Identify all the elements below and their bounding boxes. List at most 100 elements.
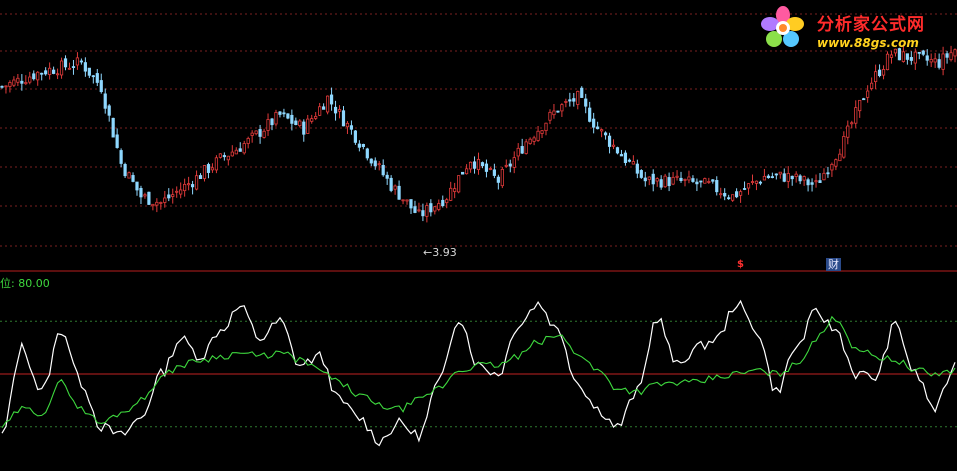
candle-body (20, 80, 24, 84)
candle-body (524, 141, 528, 154)
candle-body (881, 69, 886, 76)
candle-body (365, 148, 369, 159)
candle-body (59, 60, 64, 76)
candle-body (675, 175, 679, 178)
candle-body (36, 71, 40, 81)
candle-body (377, 163, 381, 166)
candle-body (929, 59, 933, 63)
candle-body (639, 170, 643, 178)
candle-body (115, 134, 119, 148)
candle-body (345, 122, 350, 128)
candle-body (846, 125, 850, 138)
candle-body (143, 194, 147, 197)
candle-body (103, 93, 107, 109)
candle-body (564, 101, 568, 103)
candle-body (536, 130, 540, 141)
candle-body (707, 181, 711, 183)
candle-body (750, 181, 755, 183)
candle-body (429, 203, 433, 213)
candle-body (476, 158, 481, 171)
candle-body (373, 160, 377, 167)
candle-body (433, 206, 437, 212)
candle-body (457, 175, 461, 193)
candle-body (838, 153, 842, 162)
finance-report-marker[interactable]: 财 (826, 258, 841, 271)
candle-body (802, 176, 806, 181)
candle-body (699, 180, 703, 183)
candle-body (63, 58, 68, 68)
candle-body (194, 175, 199, 190)
candle-body (850, 122, 854, 125)
candle-body (806, 179, 810, 186)
candle-body (441, 199, 445, 207)
candle-body (512, 157, 516, 168)
candle-body (627, 159, 631, 162)
candle-body (445, 199, 449, 204)
candle-body (55, 73, 60, 76)
candle-body (731, 194, 735, 201)
candle-body (826, 172, 830, 175)
candle-body (333, 106, 338, 114)
candle-body (516, 147, 520, 157)
candle-body (266, 119, 270, 131)
candle-body (254, 130, 258, 135)
candle-body (290, 114, 294, 124)
candle-body (155, 201, 159, 206)
white-indicator-line (1, 299, 956, 447)
candle-body (306, 118, 310, 134)
candle-body (393, 185, 397, 190)
candle-body (528, 138, 532, 144)
candle-body (790, 175, 794, 180)
candle-body (500, 168, 504, 187)
candle-body (67, 67, 72, 70)
candle-body (647, 176, 651, 180)
oscillator-grid (0, 320, 957, 428)
candle-body (12, 79, 16, 86)
candle-body (230, 151, 234, 157)
candle-body (202, 165, 207, 179)
candle-body (873, 71, 878, 83)
candle-body (298, 120, 302, 127)
candle-body (762, 175, 767, 181)
candle-body (596, 126, 600, 130)
candle-body (584, 98, 588, 107)
candle-body (679, 177, 683, 181)
candle-body (389, 177, 393, 191)
candle-body (119, 150, 123, 164)
candle-body (858, 99, 862, 112)
dividend-marker[interactable]: $ (737, 259, 744, 270)
candle-body (190, 184, 195, 188)
candle-body (615, 147, 620, 154)
candle-body (568, 99, 572, 102)
candle-body (723, 192, 727, 197)
candle-body (798, 175, 802, 182)
candle-body (405, 199, 409, 202)
candle-body (937, 59, 941, 68)
candle-body (71, 66, 76, 68)
candle-body (814, 180, 818, 183)
candle-body (877, 69, 882, 77)
candle-body (496, 176, 500, 183)
candle-body (222, 155, 226, 158)
candle-body (48, 67, 52, 75)
candle-body (218, 153, 222, 158)
candle-body (818, 180, 822, 183)
candle-body (794, 173, 798, 177)
candle-body (758, 181, 763, 184)
candle-body (16, 77, 20, 83)
candle-body (167, 194, 171, 199)
candle-body (175, 190, 179, 193)
candle-body (619, 154, 624, 157)
candle-body (778, 171, 782, 175)
candle-body (854, 107, 858, 124)
candle-body (691, 178, 695, 182)
candle-body (310, 118, 314, 122)
candle-body (171, 194, 175, 197)
candle-body (226, 155, 230, 161)
candle-body (262, 130, 266, 138)
candle-body (0, 85, 4, 88)
candle-body (715, 180, 719, 193)
candle-body (651, 173, 655, 185)
candle-body (687, 176, 691, 181)
candle-body (719, 193, 723, 196)
